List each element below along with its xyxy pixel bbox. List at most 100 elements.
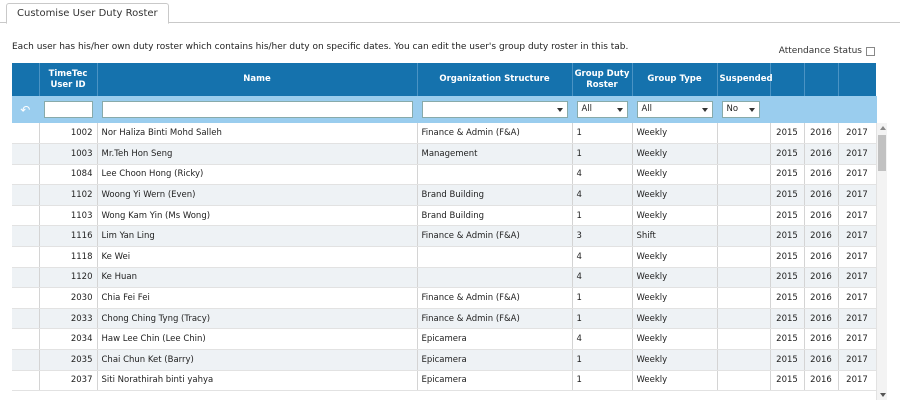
- org-cell: [417, 246, 573, 268]
- name-cell: Ke Huan: [97, 267, 418, 289]
- org-cell: Finance & Admin (F&A): [417, 225, 573, 248]
- year-2015-link[interactable]: 2015: [770, 267, 805, 289]
- attendance-status-checkbox[interactable]: [866, 46, 875, 56]
- year-2017-link[interactable]: 2017: [838, 308, 877, 330]
- table-row[interactable]: 1102 Woong Yi Wern (Even) Brand Building…: [12, 184, 877, 206]
- year-2017-link[interactable]: 2017: [838, 349, 877, 371]
- year-2016-link[interactable]: 2016: [804, 143, 839, 165]
- scrollbar-thumb[interactable]: [878, 135, 886, 171]
- year-2015-link[interactable]: 2015: [770, 308, 805, 330]
- year-2016-link[interactable]: 2016: [804, 308, 839, 330]
- name-cell: Wong Kam Yin (Ms Wong): [97, 205, 418, 227]
- header-user-id[interactable]: TimeTec User ID: [39, 63, 98, 96]
- tab-customise-user-duty-roster[interactable]: Customise User Duty Roster: [6, 3, 169, 24]
- year-2017-link[interactable]: 2017: [838, 328, 877, 351]
- year-2017-link[interactable]: 2017: [838, 205, 877, 227]
- row-select-cell[interactable]: [12, 225, 40, 248]
- year-2015-link[interactable]: 2015: [770, 205, 805, 227]
- row-select-cell[interactable]: [12, 184, 40, 206]
- year-2016-link[interactable]: 2016: [804, 246, 839, 268]
- user-id-cell: 1102: [39, 184, 98, 206]
- table-row[interactable]: 1116 Lim Yan Ling Finance & Admin (F&A) …: [12, 225, 877, 248]
- filter-name-input[interactable]: [101, 101, 413, 118]
- year-2017-link[interactable]: 2017: [838, 123, 877, 145]
- row-select-cell[interactable]: [12, 349, 40, 371]
- year-2016-link[interactable]: 2016: [804, 123, 839, 145]
- reset-filter-icon[interactable]: ↶: [16, 103, 35, 117]
- row-select-cell[interactable]: [12, 246, 40, 268]
- filter-org-select[interactable]: [421, 101, 568, 118]
- year-2017-link[interactable]: 2017: [838, 246, 877, 268]
- year-2015-link[interactable]: 2015: [770, 143, 805, 165]
- vertical-scrollbar[interactable]: [876, 123, 887, 400]
- year-2016-link[interactable]: 2016: [804, 267, 839, 289]
- header-group-type[interactable]: Group Type: [632, 63, 718, 96]
- table-row[interactable]: 2030 Chia Fei Fei Finance & Admin (F&A) …: [12, 287, 877, 309]
- attendance-status-toggle[interactable]: Attendance Status: [779, 46, 875, 56]
- year-2017-link[interactable]: 2017: [838, 184, 877, 206]
- duty-roster-table: TimeTec User ID Name Organization Struct…: [12, 63, 877, 392]
- year-2016-link[interactable]: 2016: [804, 225, 839, 248]
- table-row[interactable]: 1103 Wong Kam Yin (Ms Wong) Brand Buildi…: [12, 205, 877, 227]
- roster-cell: 4: [572, 164, 633, 186]
- year-2016-link[interactable]: 2016: [804, 370, 839, 392]
- year-2015-link[interactable]: 2015: [770, 123, 805, 145]
- row-select-cell[interactable]: [12, 267, 40, 289]
- row-select-cell[interactable]: [12, 328, 40, 351]
- row-select-cell[interactable]: [12, 370, 40, 392]
- group-type-cell: Weekly: [632, 349, 718, 371]
- year-2016-link[interactable]: 2016: [804, 164, 839, 186]
- header-suspended[interactable]: Suspended: [717, 63, 773, 96]
- row-select-cell[interactable]: [12, 205, 40, 227]
- table-row[interactable]: 2034 Haw Lee Chin (Lee Chin) Epicamera 4…: [12, 328, 877, 351]
- table-row[interactable]: 2037 Siti Norathirah binti yahya Epicame…: [12, 370, 877, 392]
- header-year-2: [804, 63, 839, 96]
- year-2015-link[interactable]: 2015: [770, 225, 805, 248]
- filter-user-id-input[interactable]: [43, 101, 93, 118]
- header-year-1: [770, 63, 805, 96]
- suspended-cell: [717, 370, 771, 392]
- chevron-down-icon: [701, 108, 708, 112]
- year-2016-link[interactable]: 2016: [804, 328, 839, 351]
- year-2015-link[interactable]: 2015: [770, 349, 805, 371]
- table-row[interactable]: 1002 Nor Haliza Binti Mohd Salleh Financ…: [12, 123, 877, 145]
- group-type-cell: Weekly: [632, 184, 718, 206]
- filter-suspended-select[interactable]: No: [721, 101, 760, 118]
- table-row[interactable]: 2035 Chai Chun Ket (Barry) Epicamera 1 W…: [12, 349, 877, 371]
- table-row[interactable]: 1084 Lee Choon Hong (Ricky) 4 Weekly 201…: [12, 164, 877, 186]
- year-2016-link[interactable]: 2016: [804, 287, 839, 309]
- year-2015-link[interactable]: 2015: [770, 184, 805, 206]
- year-2016-link[interactable]: 2016: [804, 184, 839, 206]
- filter-type-select[interactable]: All: [636, 101, 713, 118]
- year-2015-link[interactable]: 2015: [770, 328, 805, 351]
- table-row[interactable]: 1003 Mr.Teh Hon Seng Management 1 Weekly…: [12, 143, 877, 165]
- year-2017-link[interactable]: 2017: [838, 164, 877, 186]
- table-row[interactable]: 2033 Chong Ching Tyng (Tracy) Finance & …: [12, 308, 877, 330]
- header-org[interactable]: Organization Structure: [417, 63, 573, 96]
- year-2017-link[interactable]: 2017: [838, 225, 877, 248]
- row-select-cell[interactable]: [12, 143, 40, 165]
- year-2017-link[interactable]: 2017: [838, 287, 877, 309]
- year-2016-link[interactable]: 2016: [804, 349, 839, 371]
- year-2016-link[interactable]: 2016: [804, 205, 839, 227]
- row-select-cell[interactable]: [12, 123, 40, 145]
- scroll-down-arrow-icon[interactable]: [880, 393, 886, 397]
- table-row[interactable]: 1120 Ke Huan 4 Weekly 2015 2016 2017: [12, 267, 877, 289]
- year-2017-link[interactable]: 2017: [838, 370, 877, 392]
- filter-roster-select[interactable]: All: [576, 101, 628, 118]
- row-select-cell[interactable]: [12, 287, 40, 309]
- year-2015-link[interactable]: 2015: [770, 246, 805, 268]
- table-row[interactable]: 1118 Ke Wei 4 Weekly 2015 2016 2017: [12, 246, 877, 268]
- scroll-up-arrow-icon[interactable]: [880, 126, 886, 130]
- year-2015-link[interactable]: 2015: [770, 370, 805, 392]
- row-select-cell[interactable]: [12, 164, 40, 186]
- year-2017-link[interactable]: 2017: [838, 143, 877, 165]
- year-2017-link[interactable]: 2017: [838, 267, 877, 289]
- year-2015-link[interactable]: 2015: [770, 164, 805, 186]
- year-2015-link[interactable]: 2015: [770, 287, 805, 309]
- row-select-cell[interactable]: [12, 308, 40, 330]
- org-cell: [417, 164, 573, 186]
- name-cell: Chia Fei Fei: [97, 287, 418, 309]
- header-roster[interactable]: Group Duty Roster: [572, 63, 633, 96]
- header-name[interactable]: Name: [97, 63, 418, 96]
